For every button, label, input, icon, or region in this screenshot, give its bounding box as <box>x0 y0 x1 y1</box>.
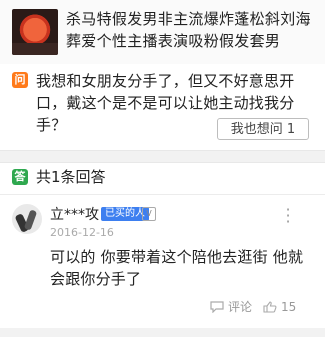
product-title[interactable]: 杀马特假发男非主流爆炸蓬松斜刘海葬爱个性主播表演吸粉假发套男 <box>66 8 318 52</box>
thumbs-up-icon <box>263 301 277 313</box>
avatar[interactable] <box>12 204 42 234</box>
want-to-ask-button[interactable]: 我也想问 1 <box>217 118 309 140</box>
like-button[interactable]: 15 <box>263 298 296 316</box>
section-separator <box>0 150 325 163</box>
answer-date: 2016-12-16 <box>50 226 114 239</box>
like-count: 15 <box>281 300 297 314</box>
more-options-icon[interactable]: · · · <box>283 202 293 230</box>
comment-icon <box>210 301 224 313</box>
comment-button[interactable]: 评论 <box>210 298 252 316</box>
answer-text: 可以的 你要带着这个陪他去逛街 他就会跟你分手了 <box>50 248 304 288</box>
answer-username[interactable]: 立***攻 <box>50 206 99 224</box>
bottom-separator <box>0 328 325 337</box>
comment-label: 评论 <box>228 300 253 314</box>
question-badge-icon: 问 <box>12 72 28 88</box>
answers-count: 共1条回答 <box>36 168 106 186</box>
divider <box>0 194 325 195</box>
level-badge-icon: V <box>142 207 156 221</box>
product-thumbnail[interactable] <box>12 9 58 55</box>
product-header[interactable]: 杀马特假发男非主流爆炸蓬松斜刘海葬爱个性主播表演吸粉假发套男 <box>0 0 325 64</box>
answer-badge-icon: 答 <box>12 169 28 185</box>
